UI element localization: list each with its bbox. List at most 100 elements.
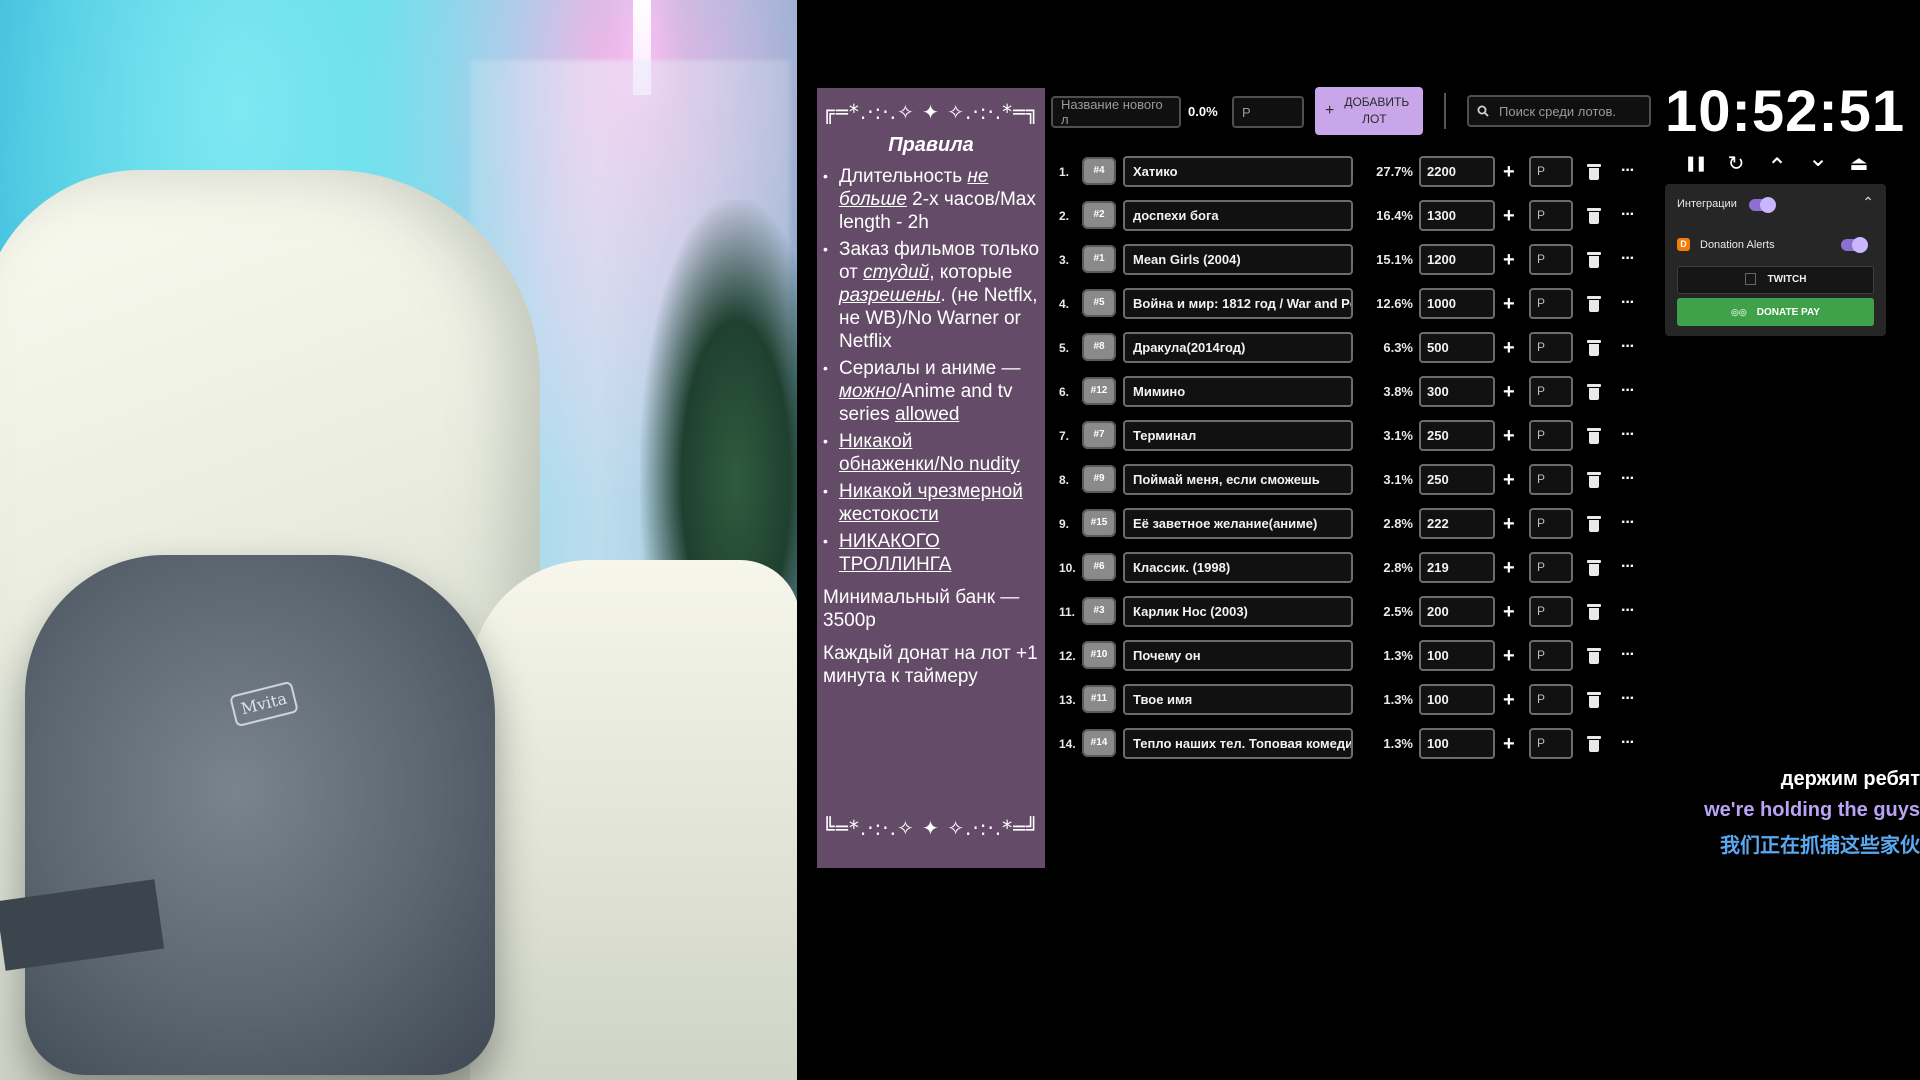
lot-amount-input[interactable]: 1300 (1419, 200, 1495, 231)
lot-id-badge[interactable]: #5 (1082, 289, 1116, 317)
chevron-down-icon[interactable]: ⌄ (1803, 147, 1833, 178)
lot-name-input[interactable]: Мимино (1123, 376, 1353, 407)
twitch-button[interactable]: TWITCH (1677, 266, 1874, 294)
trash-icon[interactable] (1587, 340, 1601, 356)
lot-amount-input[interactable]: 222 (1419, 508, 1495, 539)
donation-alerts-toggle[interactable] (1841, 237, 1868, 253)
lot-id-badge[interactable]: #2 (1082, 201, 1116, 229)
pause-icon[interactable]: ❚❚ (1680, 150, 1710, 178)
add-amount-button[interactable]: + (1503, 595, 1515, 629)
lot-id-badge[interactable]: #6 (1082, 553, 1116, 581)
lot-amount-input[interactable]: 100 (1419, 728, 1495, 759)
trash-icon[interactable] (1587, 560, 1601, 576)
lot-name-input[interactable]: Классик. (1998) (1123, 552, 1353, 583)
more-options-icon[interactable]: ··· (1621, 419, 1635, 451)
trash-icon[interactable] (1587, 604, 1601, 620)
add-amount-button[interactable]: + (1503, 507, 1515, 541)
trash-icon[interactable] (1587, 428, 1601, 444)
add-amount-button[interactable]: + (1503, 287, 1515, 321)
trash-icon[interactable] (1587, 516, 1601, 532)
add-amount-input[interactable]: Р (1529, 376, 1573, 407)
add-amount-input[interactable]: Р (1529, 464, 1573, 495)
add-amount-input[interactable]: Р (1529, 244, 1573, 275)
lot-id-badge[interactable]: #9 (1082, 465, 1116, 493)
more-options-icon[interactable]: ··· (1621, 287, 1635, 319)
add-amount-button[interactable]: + (1503, 463, 1515, 497)
lot-amount-input[interactable]: 200 (1419, 596, 1495, 627)
lot-name-input[interactable]: Тепло наших тел. Топовая комедия (1123, 728, 1353, 759)
lot-amount-input[interactable]: 100 (1419, 684, 1495, 715)
lot-amount-input[interactable]: 100 (1419, 640, 1495, 671)
more-options-icon[interactable]: ··· (1621, 155, 1635, 187)
lot-name-input[interactable]: Почему он (1123, 640, 1353, 671)
lot-amount-input[interactable]: 250 (1419, 464, 1495, 495)
trash-icon[interactable] (1587, 648, 1601, 664)
lot-id-badge[interactable]: #10 (1082, 641, 1116, 669)
lot-name-input[interactable]: Карлик Нос (2003) (1123, 596, 1353, 627)
lot-name-input[interactable]: Война и мир: 1812 год / War and Pe (1123, 288, 1353, 319)
new-lot-amount-input[interactable]: Р (1232, 96, 1304, 128)
lot-amount-input[interactable]: 1000 (1419, 288, 1495, 319)
trash-icon[interactable] (1587, 164, 1601, 180)
lot-id-badge[interactable]: #3 (1082, 597, 1116, 625)
integrations-toggle[interactable] (1749, 197, 1776, 213)
lot-id-badge[interactable]: #1 (1082, 245, 1116, 273)
lot-id-badge[interactable]: #15 (1082, 509, 1116, 537)
more-options-icon[interactable]: ··· (1621, 331, 1635, 363)
lot-name-input[interactable]: доспехи бога (1123, 200, 1353, 231)
reset-icon[interactable]: ↻ (1721, 150, 1751, 178)
add-amount-input[interactable]: Р (1529, 552, 1573, 583)
trash-icon[interactable] (1587, 208, 1601, 224)
search-input[interactable]: Поиск среди лотов. (1467, 95, 1651, 127)
lot-name-input[interactable]: Твое имя (1123, 684, 1353, 715)
eject-icon[interactable]: ⏏ (1844, 150, 1874, 178)
more-options-icon[interactable]: ··· (1621, 375, 1635, 407)
lot-amount-input[interactable]: 250 (1419, 420, 1495, 451)
add-amount-button[interactable]: + (1503, 199, 1515, 233)
lot-id-badge[interactable]: #8 (1082, 333, 1116, 361)
add-amount-button[interactable]: + (1503, 419, 1515, 453)
lot-amount-input[interactable]: 219 (1419, 552, 1495, 583)
donatepay-button[interactable]: ◎◎ DONATE PAY (1677, 298, 1874, 326)
add-amount-input[interactable]: Р (1529, 200, 1573, 231)
lot-amount-input[interactable]: 1200 (1419, 244, 1495, 275)
chevron-up-icon[interactable]: ⌃ (1762, 150, 1792, 181)
lot-name-input[interactable]: Mean Girls (2004) (1123, 244, 1353, 275)
trash-icon[interactable] (1587, 384, 1601, 400)
more-options-icon[interactable]: ··· (1621, 507, 1635, 539)
add-amount-input[interactable]: Р (1529, 640, 1573, 671)
lot-amount-input[interactable]: 2200 (1419, 156, 1495, 187)
lot-name-input[interactable]: Поймай меня, если сможешь (1123, 464, 1353, 495)
lot-amount-input[interactable]: 300 (1419, 376, 1495, 407)
add-amount-button[interactable]: + (1503, 683, 1515, 717)
lot-id-badge[interactable]: #14 (1082, 729, 1116, 757)
lot-name-input[interactable]: Её заветное желание(аниме) (1123, 508, 1353, 539)
add-amount-input[interactable]: Р (1529, 288, 1573, 319)
add-amount-button[interactable]: + (1503, 727, 1515, 761)
trash-icon[interactable] (1587, 296, 1601, 312)
trash-icon[interactable] (1587, 472, 1601, 488)
lot-id-badge[interactable]: #7 (1082, 421, 1116, 449)
more-options-icon[interactable]: ··· (1621, 463, 1635, 495)
add-lot-button[interactable]: + ДОБАВИТЬ ЛОТ (1315, 87, 1423, 135)
add-amount-button[interactable]: + (1503, 243, 1515, 277)
lot-name-input[interactable]: Хатико (1123, 156, 1353, 187)
chevron-up-icon[interactable]: ⌃ (1862, 194, 1874, 211)
more-options-icon[interactable]: ··· (1621, 243, 1635, 275)
more-options-icon[interactable]: ··· (1621, 551, 1635, 583)
add-amount-button[interactable]: + (1503, 331, 1515, 365)
trash-icon[interactable] (1587, 692, 1601, 708)
new-lot-name-input[interactable]: Название нового л (1051, 96, 1181, 128)
add-amount-input[interactable]: Р (1529, 596, 1573, 627)
add-amount-input[interactable]: Р (1529, 508, 1573, 539)
more-options-icon[interactable]: ··· (1621, 199, 1635, 231)
lot-amount-input[interactable]: 500 (1419, 332, 1495, 363)
more-options-icon[interactable]: ··· (1621, 595, 1635, 627)
add-amount-button[interactable]: + (1503, 155, 1515, 189)
more-options-icon[interactable]: ··· (1621, 639, 1635, 671)
lot-name-input[interactable]: Дракула(2014год) (1123, 332, 1353, 363)
lot-id-badge[interactable]: #12 (1082, 377, 1116, 405)
more-options-icon[interactable]: ··· (1621, 727, 1635, 759)
add-amount-button[interactable]: + (1503, 375, 1515, 409)
trash-icon[interactable] (1587, 252, 1601, 268)
